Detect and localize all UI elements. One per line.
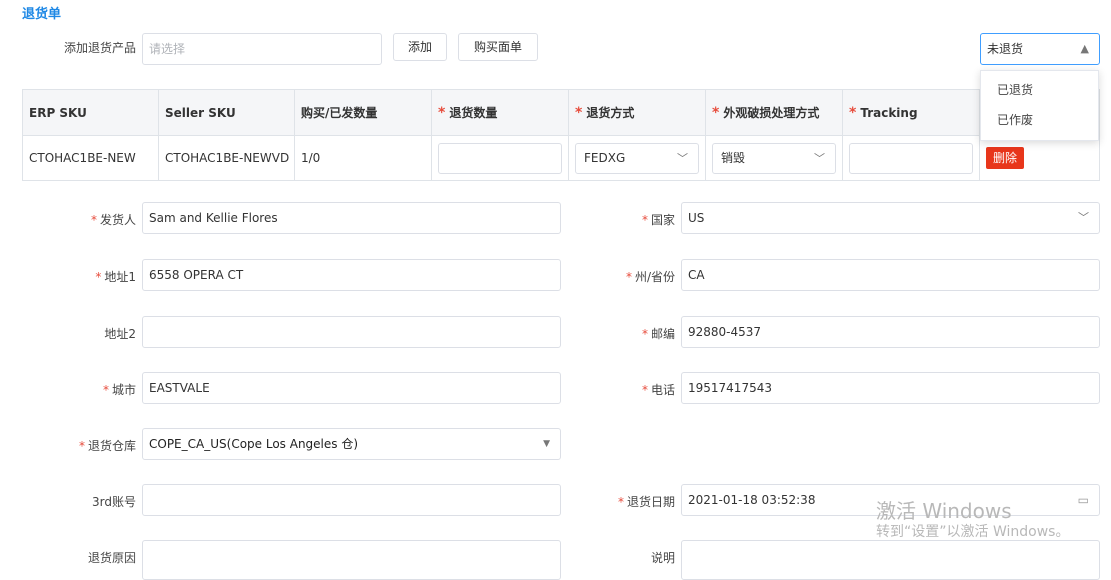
sender-label: * 发货人	[90, 213, 136, 227]
add-button[interactable]: 添加	[393, 33, 447, 61]
return-method-cell: FEDXG ﹀	[568, 135, 706, 181]
actions-cell: 删除	[979, 135, 1100, 181]
address2-label: 地址2	[104, 327, 136, 341]
add-product-select[interactable]: 请选择	[142, 33, 382, 65]
tracking-input[interactable]	[849, 142, 973, 174]
status-option-returned[interactable]: 已退货	[981, 75, 1098, 105]
windows-watermark-subtitle: 转到“设置”以激活 Windows。	[876, 524, 1070, 540]
phone-label: * 电话	[641, 383, 675, 397]
status-select-value: 未退货	[987, 42, 1024, 56]
reason-textarea[interactable]	[142, 540, 561, 580]
return-qty-cell	[431, 135, 569, 181]
table-header-row: ERP SKU Seller SKU 购买/已发数量 * 退货数量 * 退货方式 *…	[22, 89, 1100, 136]
note-textarea[interactable]	[681, 540, 1100, 580]
page-title: 退货单	[22, 7, 62, 22]
sender-input[interactable]: Sam and Kellie Flores	[142, 202, 561, 234]
add-product-label: 添加退货产品	[64, 41, 137, 55]
warehouse-value: COPE_CA_US(Cope Los Angeles 仓)	[149, 437, 359, 451]
country-select[interactable]: US ﹀	[681, 202, 1100, 234]
note-label: 说明	[650, 551, 675, 565]
col-seller-sku: Seller SKU	[158, 89, 295, 136]
phone-input[interactable]: 19517417543	[681, 372, 1100, 404]
caret-down-icon: ▼	[543, 439, 550, 449]
tracking-cell	[842, 135, 980, 181]
caret-up-icon: ▲	[1080, 42, 1089, 55]
return-date-value: 2021-01-18 03:52:38	[688, 493, 816, 507]
col-damage-method: * 外观破损处理方式	[705, 89, 843, 136]
state-label-text: 州/省份	[634, 270, 675, 284]
col-return-method-label: 退货方式	[586, 106, 635, 120]
damage-method-select[interactable]: 销毁 ﹀	[712, 142, 836, 174]
qty-cell: 1/0	[294, 135, 432, 181]
country-label-text: 国家	[650, 213, 675, 227]
col-tracking: * Tracking	[842, 89, 980, 136]
return-items-table: ERP SKU Seller SKU 购买/已发数量 * 退货数量 * 退货方式 *…	[22, 89, 1100, 181]
reason-label: 退货原因	[87, 551, 136, 565]
zipcode-label-text: 邮编	[650, 327, 675, 341]
return-date-label: * 退货日期	[617, 495, 675, 509]
state-label: * 州/省份	[625, 270, 675, 284]
status-dropdown-menu: 已退货 已作废	[980, 70, 1099, 141]
calendar-icon: ▭	[1077, 493, 1089, 507]
col-return-method: * 退货方式	[568, 89, 706, 136]
status-option-voided[interactable]: 已作废	[981, 105, 1098, 135]
address2-input[interactable]	[142, 316, 561, 348]
zipcode-label: * 邮编	[641, 327, 675, 341]
chevron-down-icon: ﹀	[677, 151, 688, 165]
sender-label-text: 发货人	[99, 213, 136, 227]
buy-sheet-button[interactable]: 购买面单	[458, 33, 538, 61]
address1-label-text: 地址1	[104, 270, 136, 284]
phone-label-text: 电话	[650, 383, 675, 397]
table-row: CTOHAC1BE-NEW CTOHAC1BE-NEWVD 1/0 FEDXG …	[22, 135, 1100, 181]
erp-sku-cell: CTOHAC1BE-NEW	[22, 135, 159, 181]
damage-method-cell: 销毁 ﹀	[705, 135, 843, 181]
col-return-qty-label: 退货数量	[449, 106, 498, 120]
warehouse-label: * 退货仓库	[78, 439, 136, 453]
address1-label: * 地址1	[95, 270, 136, 284]
third-account-label: 3rd账号	[92, 495, 136, 509]
chevron-down-icon: ﹀	[1078, 211, 1089, 224]
return-date-label-text: 退货日期	[626, 495, 675, 509]
warehouse-select[interactable]: COPE_CA_US(Cope Los Angeles 仓) ▼	[142, 428, 561, 460]
add-product-placeholder: 请选择	[149, 42, 186, 56]
seller-sku-cell: CTOHAC1BE-NEWVD	[158, 135, 295, 181]
chevron-down-icon: ﹀	[814, 151, 825, 165]
col-tracking-label: Tracking	[860, 105, 918, 120]
city-input[interactable]: EASTVALE	[142, 372, 561, 404]
country-value: US	[688, 211, 705, 225]
windows-watermark-title: 激活 Windows	[876, 499, 1012, 523]
address1-input[interactable]: 6558 OPERA CT	[142, 259, 561, 291]
col-erp-sku: ERP SKU	[22, 89, 159, 136]
country-label: * 国家	[641, 213, 675, 227]
delete-button[interactable]: 删除	[986, 147, 1025, 169]
city-label-text: 城市	[111, 383, 136, 397]
return-method-value: FEDXG	[584, 150, 626, 165]
warehouse-label-text: 退货仓库	[87, 439, 136, 453]
state-input[interactable]: CA	[681, 259, 1100, 291]
zipcode-input[interactable]: 92880-4537	[681, 316, 1100, 348]
status-select[interactable]: 未退货 ▲	[980, 33, 1100, 65]
damage-method-value: 销毁	[721, 150, 746, 165]
return-qty-input[interactable]	[438, 142, 562, 174]
third-account-input[interactable]	[142, 484, 561, 516]
return-method-select[interactable]: FEDXG ﹀	[575, 142, 699, 174]
col-damage-method-label: 外观破损处理方式	[723, 106, 820, 120]
city-label: * 城市	[102, 383, 136, 397]
col-return-qty: * 退货数量	[431, 89, 569, 136]
col-qty: 购买/已发数量	[294, 89, 432, 136]
